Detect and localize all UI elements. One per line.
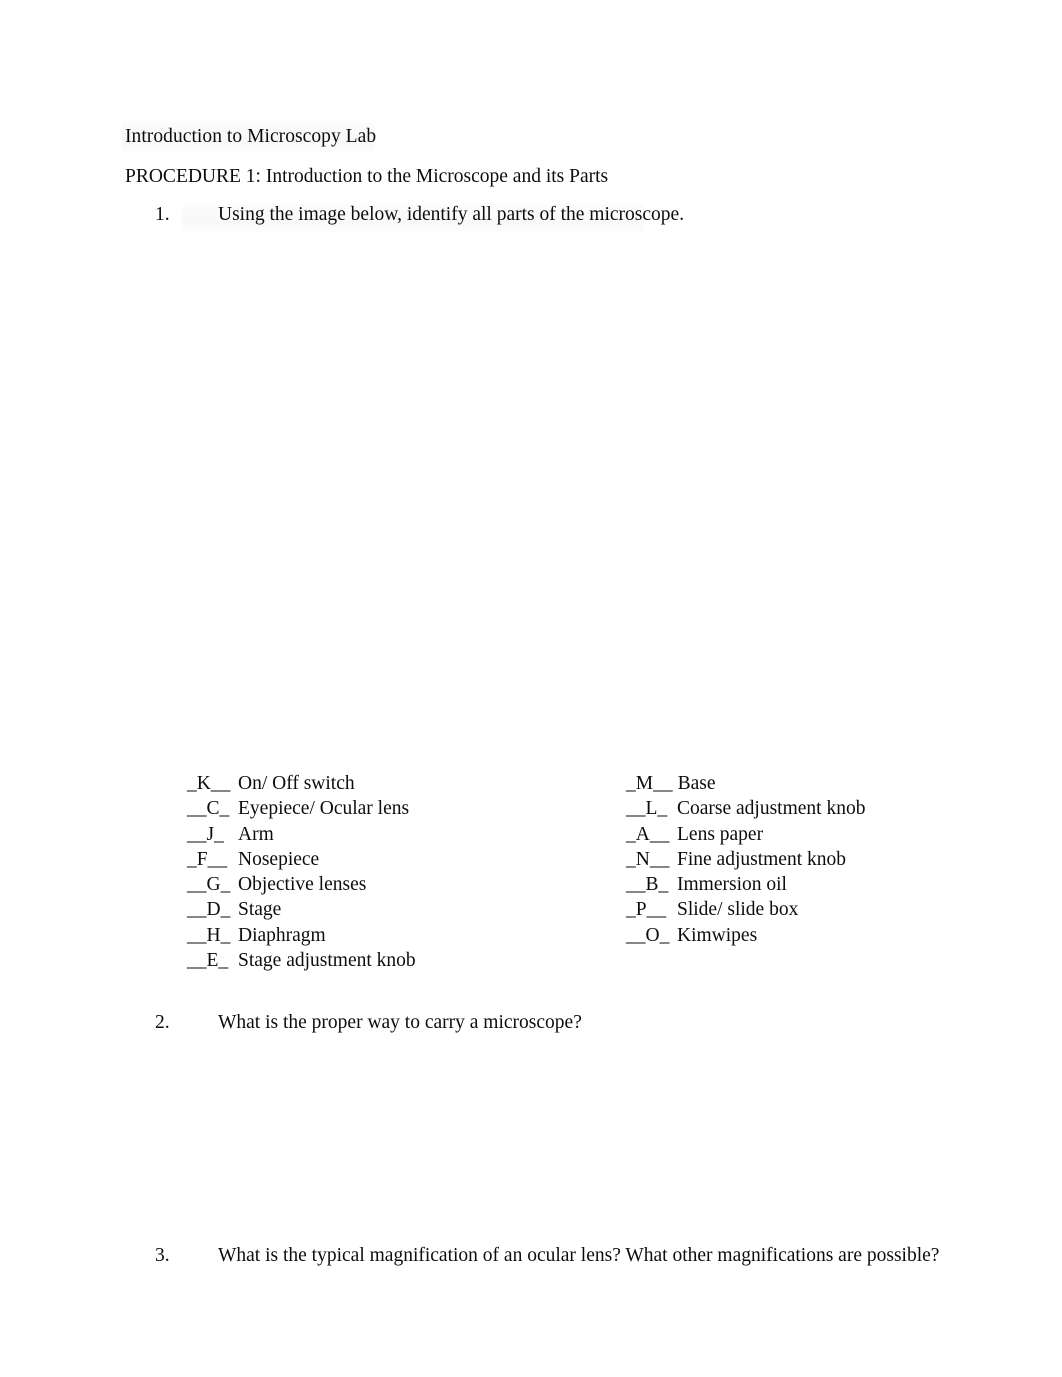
answer-row: __O_ Kimwipes	[626, 923, 865, 948]
answer-blank-field[interactable]: _K__	[187, 771, 233, 796]
answer-row: _A__ Lens paper	[626, 822, 865, 847]
answer-blank-field[interactable]: _A__	[626, 822, 672, 847]
answer-blank-field[interactable]: _N__	[626, 847, 672, 872]
answer-blank-field[interactable]: __C_	[187, 796, 233, 821]
question-text-3: What is the typical magnification of an …	[218, 1245, 940, 1266]
question-text-2: What is the proper way to carry a micros…	[218, 1012, 582, 1033]
question-text-1: Using the image below, identify all part…	[218, 204, 685, 225]
answer-blank-field[interactable]: _P__	[626, 897, 672, 922]
answer-row: _K__ On/ Off switch	[187, 771, 416, 796]
answer-row: __J_ Arm	[187, 822, 416, 847]
answer-part-label: Slide/ slide box	[677, 899, 799, 921]
answer-blank-field[interactable]: __L_	[626, 796, 672, 821]
question-item-1: 1. Using the image below, identify all p…	[155, 202, 684, 227]
answer-blank-field[interactable]: __J_	[187, 822, 233, 847]
answer-row: __E_ Stage adjustment knob	[187, 948, 416, 973]
answer-part-label: Immersion oil	[677, 874, 787, 896]
answer-row: _N__ Fine adjustment knob	[626, 847, 865, 872]
answer-row: _M__ Base	[626, 771, 865, 796]
question-number-2: 2.	[155, 1012, 170, 1033]
answer-blank-field[interactable]: __G_	[187, 872, 233, 897]
question-item-2: 2. What is the proper way to carry a mic…	[155, 1010, 582, 1035]
answer-row: _P__ Slide/ slide box	[626, 897, 865, 922]
question-number-1: 1.	[155, 204, 170, 225]
document-page: Introduction to Microscopy Lab PROCEDURE…	[0, 0, 1062, 1377]
question-item-3: 3. What is the typical magnification of …	[155, 1243, 939, 1268]
answer-blank-field[interactable]: _M__	[626, 771, 673, 796]
answer-part-label: Objective lenses	[238, 874, 367, 896]
answer-blank-field[interactable]: _F__	[187, 847, 233, 872]
question-number-3: 3.	[155, 1245, 170, 1266]
answer-part-label: Lens paper	[677, 823, 764, 845]
answer-row: __H_ Diaphragm	[187, 923, 416, 948]
answer-row: __B_ Immersion oil	[626, 872, 865, 897]
answer-row: __G_ Objective lenses	[187, 872, 416, 897]
answer-part-label: Stage	[238, 899, 282, 921]
answer-part-label: Arm	[238, 823, 274, 845]
answer-part-label: On/ Off switch	[238, 773, 355, 794]
answer-column-left: _K__ On/ Off switch __C_ Eyepiece/ Ocular l…	[187, 771, 416, 973]
answer-row: _F__ Nosepiece	[187, 847, 416, 872]
microscope-diagram-placeholder	[180, 240, 880, 760]
answer-part-label: Base	[677, 773, 716, 794]
answer-part-label: Stage adjustment knob	[238, 950, 416, 972]
answer-row: __D_ Stage	[187, 897, 416, 922]
answer-blank-field[interactable]: __B_	[626, 872, 672, 897]
answer-part-label: Kimwipes	[677, 924, 758, 946]
answer-blank-field[interactable]: __H_	[187, 923, 233, 948]
answer-blank-field[interactable]: __O_	[626, 923, 672, 948]
answer-row: __L_ Coarse adjustment knob	[626, 796, 865, 821]
answer-blank-field[interactable]: __E_	[187, 948, 233, 973]
answer-part-label: Fine adjustment knob	[677, 848, 846, 870]
microscope-parts-answer-list: _K__ On/ Off switch __C_ Eyepiece/ Ocular l…	[0, 771, 1062, 976]
page-title: Introduction to Microscopy Lab	[125, 126, 377, 147]
answer-part-label: Coarse adjustment knob	[677, 798, 866, 820]
answer-blank-field[interactable]: __D_	[187, 897, 233, 922]
answer-part-label: Diaphragm	[238, 924, 326, 946]
procedure-heading: PROCEDURE 1: Introduction to the Microsc…	[125, 166, 609, 187]
answer-row: __C_ Eyepiece/ Ocular lens	[187, 796, 416, 821]
answer-part-label: Nosepiece	[238, 848, 320, 870]
answer-column-right: _M__ Base __L_ Coarse adjustment knob _A__ Le…	[626, 771, 865, 948]
answer-part-label: Eyepiece/ Ocular lens	[238, 798, 410, 820]
